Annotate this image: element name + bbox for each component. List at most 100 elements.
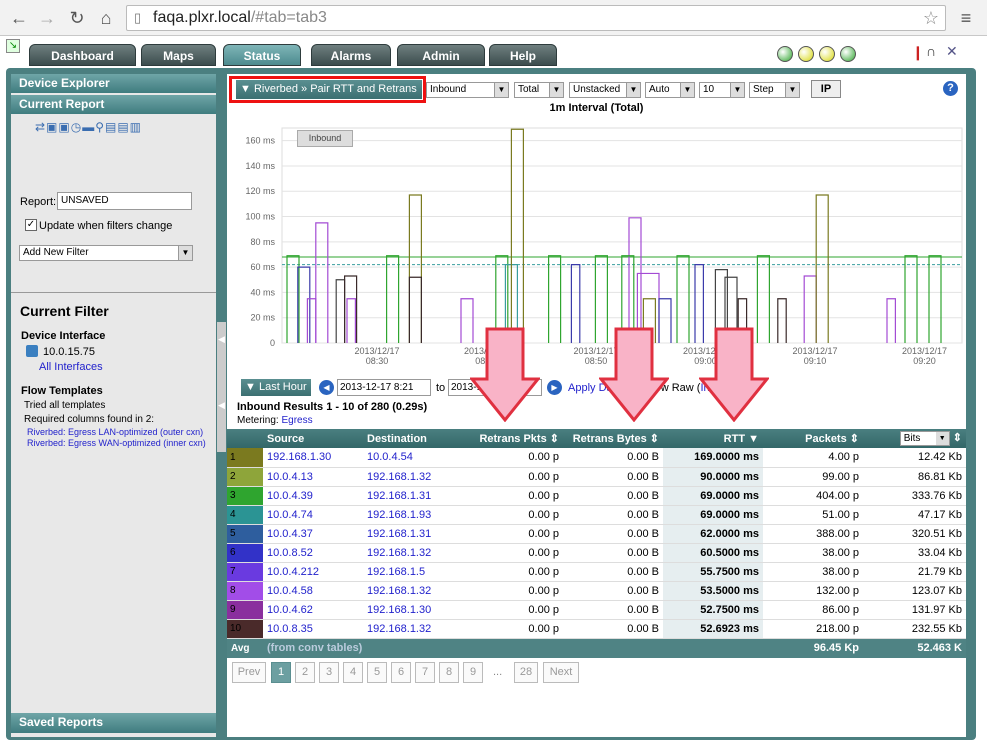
- col-rtt-label[interactable]: RTT: [724, 433, 745, 445]
- row-source-link[interactable]: 10.0.4.58: [263, 581, 363, 601]
- page-7[interactable]: 7: [415, 662, 435, 683]
- page-2[interactable]: 2: [295, 662, 315, 683]
- tools-icon[interactable]: ✕: [946, 43, 958, 60]
- next-page-button[interactable]: Next: [543, 662, 579, 683]
- row-source-link[interactable]: 10.0.8.35: [263, 619, 363, 639]
- direction-select[interactable]: Inbound ▼: [426, 82, 509, 98]
- step-select[interactable]: Step ▼: [749, 82, 800, 98]
- home-icon[interactable]: ⌂: [95, 7, 117, 29]
- row-source-link-text[interactable]: 10.0.4.37: [267, 528, 313, 540]
- row-destination-link[interactable]: 10.0.4.54: [363, 448, 468, 468]
- row-source-link-text[interactable]: 10.0.4.74: [267, 509, 313, 521]
- table-row[interactable]: 7 10.0.4.212 192.168.1.5 0.00 p 0.00 B 55.750…: [227, 562, 966, 582]
- avg-note[interactable]: (from conv tables): [263, 638, 563, 658]
- table-row[interactable]: 3 10.0.4.39 192.168.1.31 0.00 p 0.00 B 69.000…: [227, 486, 966, 506]
- row-destination-link[interactable]: 192.168.1.5: [363, 562, 468, 582]
- table-row[interactable]: 1 192.168.1.30 10.0.4.54 0.00 p 0.00 B 169.00…: [227, 448, 966, 468]
- sort-desc-icon[interactable]: ▼: [748, 433, 759, 445]
- report-name-input[interactable]: UNSAVED: [57, 192, 192, 210]
- all-interfaces-link[interactable]: All Interfaces: [39, 361, 103, 373]
- splitter-handle[interactable]: ◀ ◀: [217, 322, 226, 452]
- table-row[interactable]: 4 10.0.4.74 192.168.1.93 0.00 p 0.00 B 69.000…: [227, 505, 966, 525]
- table-row[interactable]: 2 10.0.4.13 192.168.1.32 0.00 p 0.00 B 90.000…: [227, 467, 966, 487]
- row-source-link[interactable]: 10.0.4.37: [263, 524, 363, 544]
- page-5[interactable]: 5: [367, 662, 387, 683]
- row-source-link-text[interactable]: 10.0.8.52: [267, 547, 313, 559]
- table-row[interactable]: 9 10.0.4.62 192.168.1.30 0.00 p 0.00 B 52.750…: [227, 600, 966, 620]
- device-explorer-header[interactable]: Device Explorer: [11, 74, 216, 93]
- tab-dashboard[interactable]: Dashboard: [29, 44, 136, 66]
- sort-icon[interactable]: ⇕: [650, 433, 659, 445]
- tab-admin[interactable]: Admin: [397, 44, 485, 66]
- help-icon[interactable]: ?: [943, 81, 958, 96]
- row-destination-link[interactable]: 192.168.1.32: [363, 543, 468, 563]
- row-source-link[interactable]: 10.0.4.13: [263, 467, 363, 487]
- bookmark-star-icon[interactable]: ☆: [923, 6, 939, 30]
- tab-help[interactable]: Help: [489, 44, 557, 66]
- page-6[interactable]: 6: [391, 662, 411, 683]
- page-8[interactable]: 8: [439, 662, 459, 683]
- row-source-link[interactable]: 10.0.4.74: [263, 505, 363, 525]
- from-date-input[interactable]: 2013-12-17 8:21: [337, 379, 431, 396]
- row-destination-link[interactable]: 192.168.1.31: [363, 524, 468, 544]
- row-destination-link-text[interactable]: 192.168.1.32: [367, 585, 431, 597]
- tab-maps[interactable]: Maps: [141, 44, 216, 66]
- add-filter-select[interactable]: Add New Filter ▼: [19, 245, 193, 261]
- sort-icon[interactable]: ⇕: [953, 432, 962, 444]
- row-source-link-text[interactable]: 10.0.4.39: [267, 490, 313, 502]
- row-source-link[interactable]: 10.0.4.212: [263, 562, 363, 582]
- template-link-1[interactable]: Riverbed: Egress LAN-optimized (outer cx…: [27, 427, 203, 437]
- col-packets-label[interactable]: Packets: [805, 433, 847, 445]
- headset-icon[interactable]: ∩: [926, 43, 936, 59]
- prev-page-button[interactable]: Prev: [232, 662, 266, 683]
- total-select[interactable]: Total ▼: [514, 82, 564, 98]
- ip-button[interactable]: IP: [811, 80, 841, 98]
- last-hour-button[interactable]: ▼ Last Hour: [241, 379, 311, 396]
- table-row[interactable]: 5 10.0.4.37 192.168.1.31 0.00 p 0.00 B 62.000…: [227, 524, 966, 544]
- probe-icon[interactable]: ❙: [912, 44, 924, 61]
- row-source-link-text[interactable]: 10.0.4.212: [267, 566, 319, 578]
- report-toolbar-icons[interactable]: ⇄▣▣◷▬⚲▤▤▥: [35, 120, 142, 134]
- row-destination-link-text[interactable]: 192.168.1.31: [367, 490, 431, 502]
- table-row[interactable]: 10 10.0.8.35 192.168.1.32 0.00 p 0.00 B 52.69…: [227, 619, 966, 639]
- bits-select[interactable]: Bits ▼: [899, 431, 950, 446]
- collapse-left-icon[interactable]: ◀: [218, 334, 225, 345]
- row-destination-link[interactable]: 192.168.1.93: [363, 505, 468, 525]
- row-source-link[interactable]: 10.0.8.52: [263, 543, 363, 563]
- limit-select[interactable]: 10 ▼: [699, 82, 745, 98]
- table-row[interactable]: 8 10.0.4.58 192.168.1.32 0.00 p 0.00 B 53.500…: [227, 581, 966, 601]
- metering-value[interactable]: Egress: [281, 415, 312, 426]
- back-arrow-icon[interactable]: ←: [8, 7, 30, 29]
- export-icon[interactable]: ↘: [6, 39, 20, 53]
- row-destination-link-text[interactable]: 192.168.1.30: [367, 604, 431, 616]
- sort-icon[interactable]: ⇕: [850, 433, 859, 445]
- template-link-2[interactable]: Riverbed: Egress WAN-optimized (inner cx…: [27, 438, 206, 448]
- col-retrans-bytes-label[interactable]: Retrans Bytes: [573, 433, 647, 445]
- saved-reports-header[interactable]: Saved Reports: [11, 713, 216, 733]
- update-checkbox[interactable]: ✓: [25, 219, 37, 231]
- address-bar[interactable]: ▯ faqa.plxr.local/#tab=tab3 ☆: [126, 5, 946, 31]
- forward-arrow-icon[interactable]: →: [36, 7, 58, 29]
- tab-alarms[interactable]: Alarms: [311, 44, 391, 66]
- tab-status[interactable]: Status: [223, 44, 301, 66]
- current-report-header[interactable]: Current Report: [11, 95, 216, 114]
- table-row[interactable]: 6 10.0.8.52 192.168.1.32 0.00 p 0.00 B 60.500…: [227, 543, 966, 563]
- row-source-link-text[interactable]: 192.168.1.30: [267, 451, 331, 463]
- prev-range-icon[interactable]: ◀: [319, 380, 334, 395]
- row-destination-link[interactable]: 192.168.1.32: [363, 619, 468, 639]
- row-source-link-text[interactable]: 10.0.4.58: [267, 585, 313, 597]
- sort-icon[interactable]: ⇕: [550, 433, 559, 445]
- row-source-link[interactable]: 192.168.1.30: [263, 448, 363, 468]
- row-destination-link-text[interactable]: 192.168.1.93: [367, 509, 431, 521]
- stack-select[interactable]: Unstacked ▼: [569, 82, 641, 98]
- row-destination-link[interactable]: 192.168.1.32: [363, 581, 468, 601]
- row-destination-link-text[interactable]: 192.168.1.5: [367, 566, 425, 578]
- row-destination-link-text[interactable]: 10.0.4.54: [367, 451, 413, 463]
- page-last[interactable]: 28: [514, 662, 538, 683]
- reload-icon[interactable]: ↻: [66, 7, 88, 29]
- row-destination-link[interactable]: 192.168.1.30: [363, 600, 468, 620]
- chart-legend-inbound[interactable]: Inbound: [297, 130, 353, 147]
- row-destination-link-text[interactable]: 192.168.1.31: [367, 528, 431, 540]
- row-destination-link-text[interactable]: 192.168.1.32: [367, 471, 431, 483]
- col-destination[interactable]: Destination: [363, 429, 468, 448]
